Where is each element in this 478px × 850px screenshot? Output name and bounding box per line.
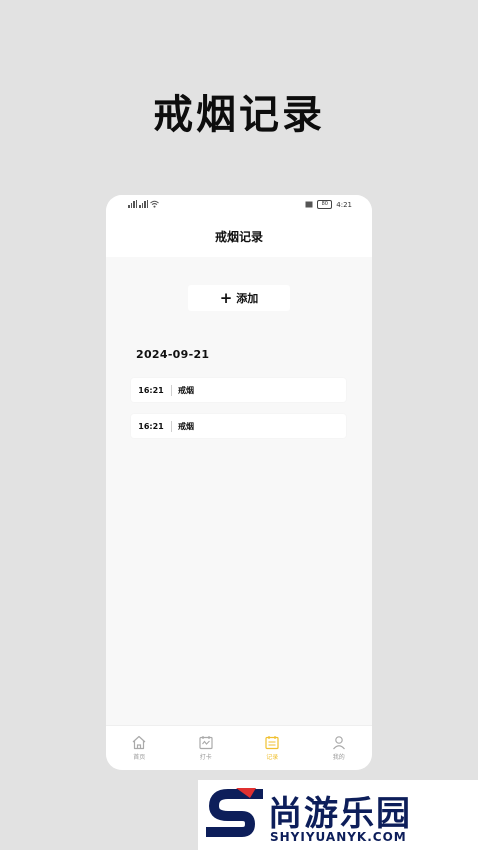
hero-title: 戒烟记录 xyxy=(153,92,325,138)
tab-checkin[interactable]: 打卡 xyxy=(173,726,240,770)
record-row[interactable]: 16:21 戒烟 xyxy=(131,378,346,402)
tab-records[interactable]: 记录 xyxy=(239,726,306,770)
add-button-label: 添加 xyxy=(236,292,259,305)
mute-icon xyxy=(305,201,313,208)
record-time: 16:21 xyxy=(131,420,172,432)
signal-icon xyxy=(128,200,137,208)
record-event: 戒烟 xyxy=(178,385,194,395)
record-time: 16:21 xyxy=(131,384,172,396)
home-icon xyxy=(132,735,146,750)
tab-label: 我的 xyxy=(332,754,345,761)
record-date: 2024-09-21 xyxy=(136,348,210,361)
user-icon xyxy=(332,736,345,750)
record-list: 16:21 戒烟 16:21 戒烟 xyxy=(131,378,346,450)
site-logo-icon xyxy=(206,788,263,837)
watermark-url: SHYIYUANYK.COM xyxy=(270,830,407,844)
status-time: 4:21 xyxy=(336,200,352,209)
wifi-icon xyxy=(150,200,159,208)
add-button[interactable]: + 添加 xyxy=(188,285,290,311)
signal-icon xyxy=(139,200,148,208)
tab-home[interactable]: 首页 xyxy=(106,726,173,770)
plus-icon: + xyxy=(219,288,233,307)
status-right: 80 4:21 xyxy=(305,200,352,209)
record-icon xyxy=(265,736,279,750)
tab-label: 首页 xyxy=(133,754,146,761)
phone-screen: 80 4:21 戒烟记录 + 添加 2024-09-21 16:21 戒烟 16… xyxy=(106,195,372,770)
calendar-check-icon xyxy=(199,736,213,750)
record-row[interactable]: 16:21 戒烟 xyxy=(131,414,346,438)
page-title: 戒烟记录 xyxy=(106,215,372,257)
tab-mine[interactable]: 我的 xyxy=(306,726,373,770)
watermark-text: 尚游乐园 xyxy=(268,794,412,834)
battery-icon: 80 xyxy=(317,200,333,209)
status-signals xyxy=(128,200,159,208)
tab-label: 打卡 xyxy=(199,754,212,761)
record-event: 戒烟 xyxy=(178,421,194,431)
tab-bar: 首页 打卡 记录 我的 xyxy=(106,725,372,770)
tab-label: 记录 xyxy=(266,754,279,761)
status-bar: 80 4:21 xyxy=(106,195,372,215)
watermark-banner: 尚游乐园 SHYIYUANYK.COM xyxy=(198,780,478,850)
